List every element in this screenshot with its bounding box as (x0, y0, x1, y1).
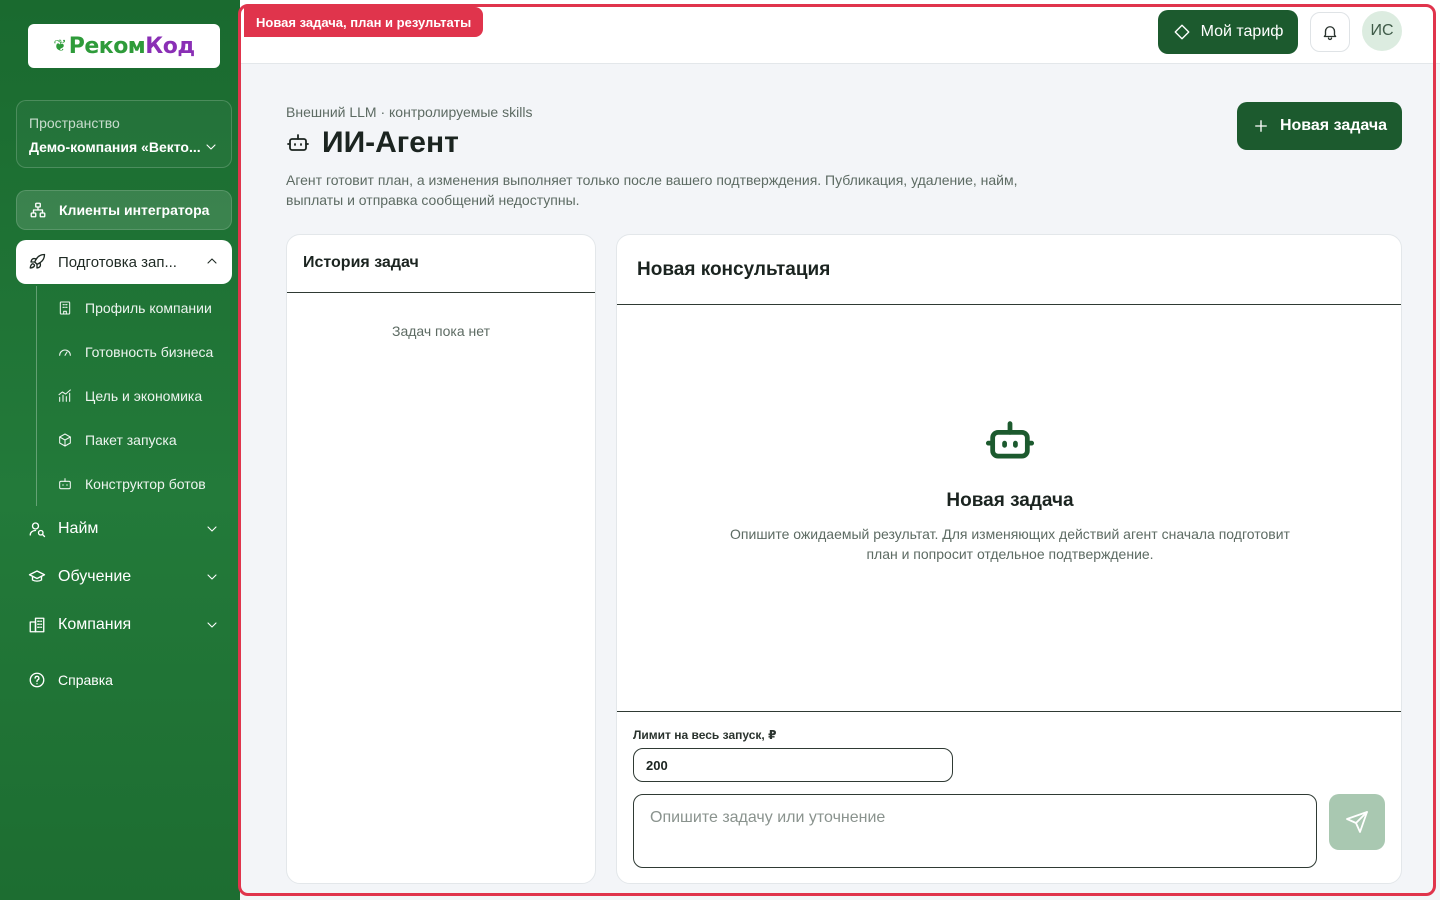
sidebar-group-label: Компания (58, 616, 132, 633)
avatar[interactable]: ИС (1362, 11, 1402, 51)
sidebar-item-help[interactable]: Справка (16, 664, 232, 696)
package-icon (59, 433, 71, 447)
sidebar-item-label: Справка (58, 672, 113, 688)
task-history-empty: Задач пока нет (391, 323, 490, 339)
sidebar-item-label: Пакет запуска (85, 432, 177, 448)
office-icon (29, 617, 45, 633)
plus-icon (1255, 120, 1267, 132)
user-search-icon (29, 522, 46, 538)
send-button[interactable] (1329, 794, 1385, 850)
chart-icon (58, 389, 71, 402)
graduation-cap-icon (28, 570, 46, 582)
sidebar-group-company[interactable]: Компания (16, 605, 232, 645)
page-eyebrow: Внешний LLM · контролируемые skills (286, 104, 533, 120)
sidebar: ❦ РекомКод Пространство Демо-компания «В… (0, 0, 240, 900)
logo-text: РекомКод (68, 33, 195, 59)
send-icon (1346, 811, 1368, 833)
chevron-down-icon (206, 144, 216, 150)
rocket-icon (29, 253, 46, 269)
notifications-button[interactable] (1310, 12, 1350, 52)
bot-icon (59, 478, 71, 490)
sidebar-group-label: Обучение (58, 568, 132, 585)
sidebar-item-company-profile[interactable]: Профиль компании (37, 286, 232, 330)
sidebar-group-label: Найм (58, 520, 99, 537)
chevron-down-icon (207, 526, 217, 532)
sidebar-group-hiring[interactable]: Найм (16, 509, 232, 549)
my-plan-button[interactable]: Мой тариф (1158, 10, 1298, 54)
workspace-selector[interactable]: Пространство Демо-компания «Векто... (16, 100, 232, 168)
chevron-down-icon (207, 574, 217, 580)
consultation-title: Новая консультация (617, 235, 1401, 305)
sidebar-item-business-readiness[interactable]: Готовность бизнеса (37, 330, 232, 374)
help-circle-icon (29, 672, 45, 688)
empty-state-description: Опишите ожидаемый результат. Для изменяю… (730, 526, 1290, 562)
chevron-down-icon (207, 622, 217, 628)
sidebar-group-training[interactable]: Обучение (16, 557, 232, 597)
sidebar-item-launch-package[interactable]: Пакет запуска (37, 418, 232, 462)
new-task-label: Новая задача (1279, 117, 1388, 134)
logo[interactable]: ❦ РекомКод (28, 24, 220, 68)
task-input[interactable] (633, 794, 1317, 868)
sidebar-item-label: Подготовка зап... (58, 253, 177, 271)
sidebar-item-label: Цель и экономика (85, 388, 203, 404)
sidebar-item-label: Профиль компании (85, 300, 212, 316)
page-title: ИИ-Агент (322, 126, 459, 159)
page-description: Агент готовит план, а изменения выполняе… (286, 172, 1018, 208)
sidebar-item-goal-economics[interactable]: Цель и экономика (37, 374, 232, 418)
highlight-badge: Новая задача, план и результаты (244, 7, 484, 37)
workspace-label: Пространство (29, 115, 120, 131)
workspace-name: Демо-компания «Векто... (29, 139, 201, 155)
task-history-title: История задач (287, 235, 595, 293)
gauge-icon (59, 349, 71, 356)
sidebar-subnav: Профиль компании Готовность бизнеса Цель… (36, 286, 232, 506)
empty-state: Новая задача Опишите ожидаемый результат… (617, 415, 1401, 564)
bot-icon (287, 134, 309, 151)
leaf-icon: ❦ (53, 38, 67, 55)
building-icon (59, 301, 71, 315)
chevron-up-icon (207, 258, 217, 264)
page-title-row: ИИ-Агент (286, 126, 459, 160)
bot-icon (985, 421, 1035, 459)
limit-input[interactable] (633, 748, 953, 782)
my-plan-label: Мой тариф (1200, 23, 1284, 40)
sidebar-item-label: Готовность бизнеса (85, 344, 214, 360)
consultation-panel: Новая консультация Новая задача Опишите … (616, 234, 1402, 884)
limit-label: Лимит на весь запуск, ₽ (633, 728, 777, 742)
new-task-button[interactable]: Новая задача (1237, 102, 1402, 150)
diamond-icon (1174, 24, 1190, 40)
sidebar-item-label: Конструктор ботов (85, 476, 206, 492)
task-history-panel: История задач Задач пока нет (286, 234, 596, 884)
users-network-icon (30, 202, 46, 218)
sidebar-item-bot-builder[interactable]: Конструктор ботов (37, 462, 232, 506)
compose-area: Лимит на весь запуск, ₽ (617, 711, 1401, 883)
sidebar-item-clients[interactable]: Клиенты интегратора (16, 190, 232, 230)
sidebar-item-launch-prep[interactable]: Подготовка зап... (16, 240, 232, 284)
bell-icon (1323, 26, 1337, 41)
sidebar-item-label: Клиенты интегратора (59, 202, 210, 218)
empty-state-title: Новая задача (946, 490, 1074, 511)
